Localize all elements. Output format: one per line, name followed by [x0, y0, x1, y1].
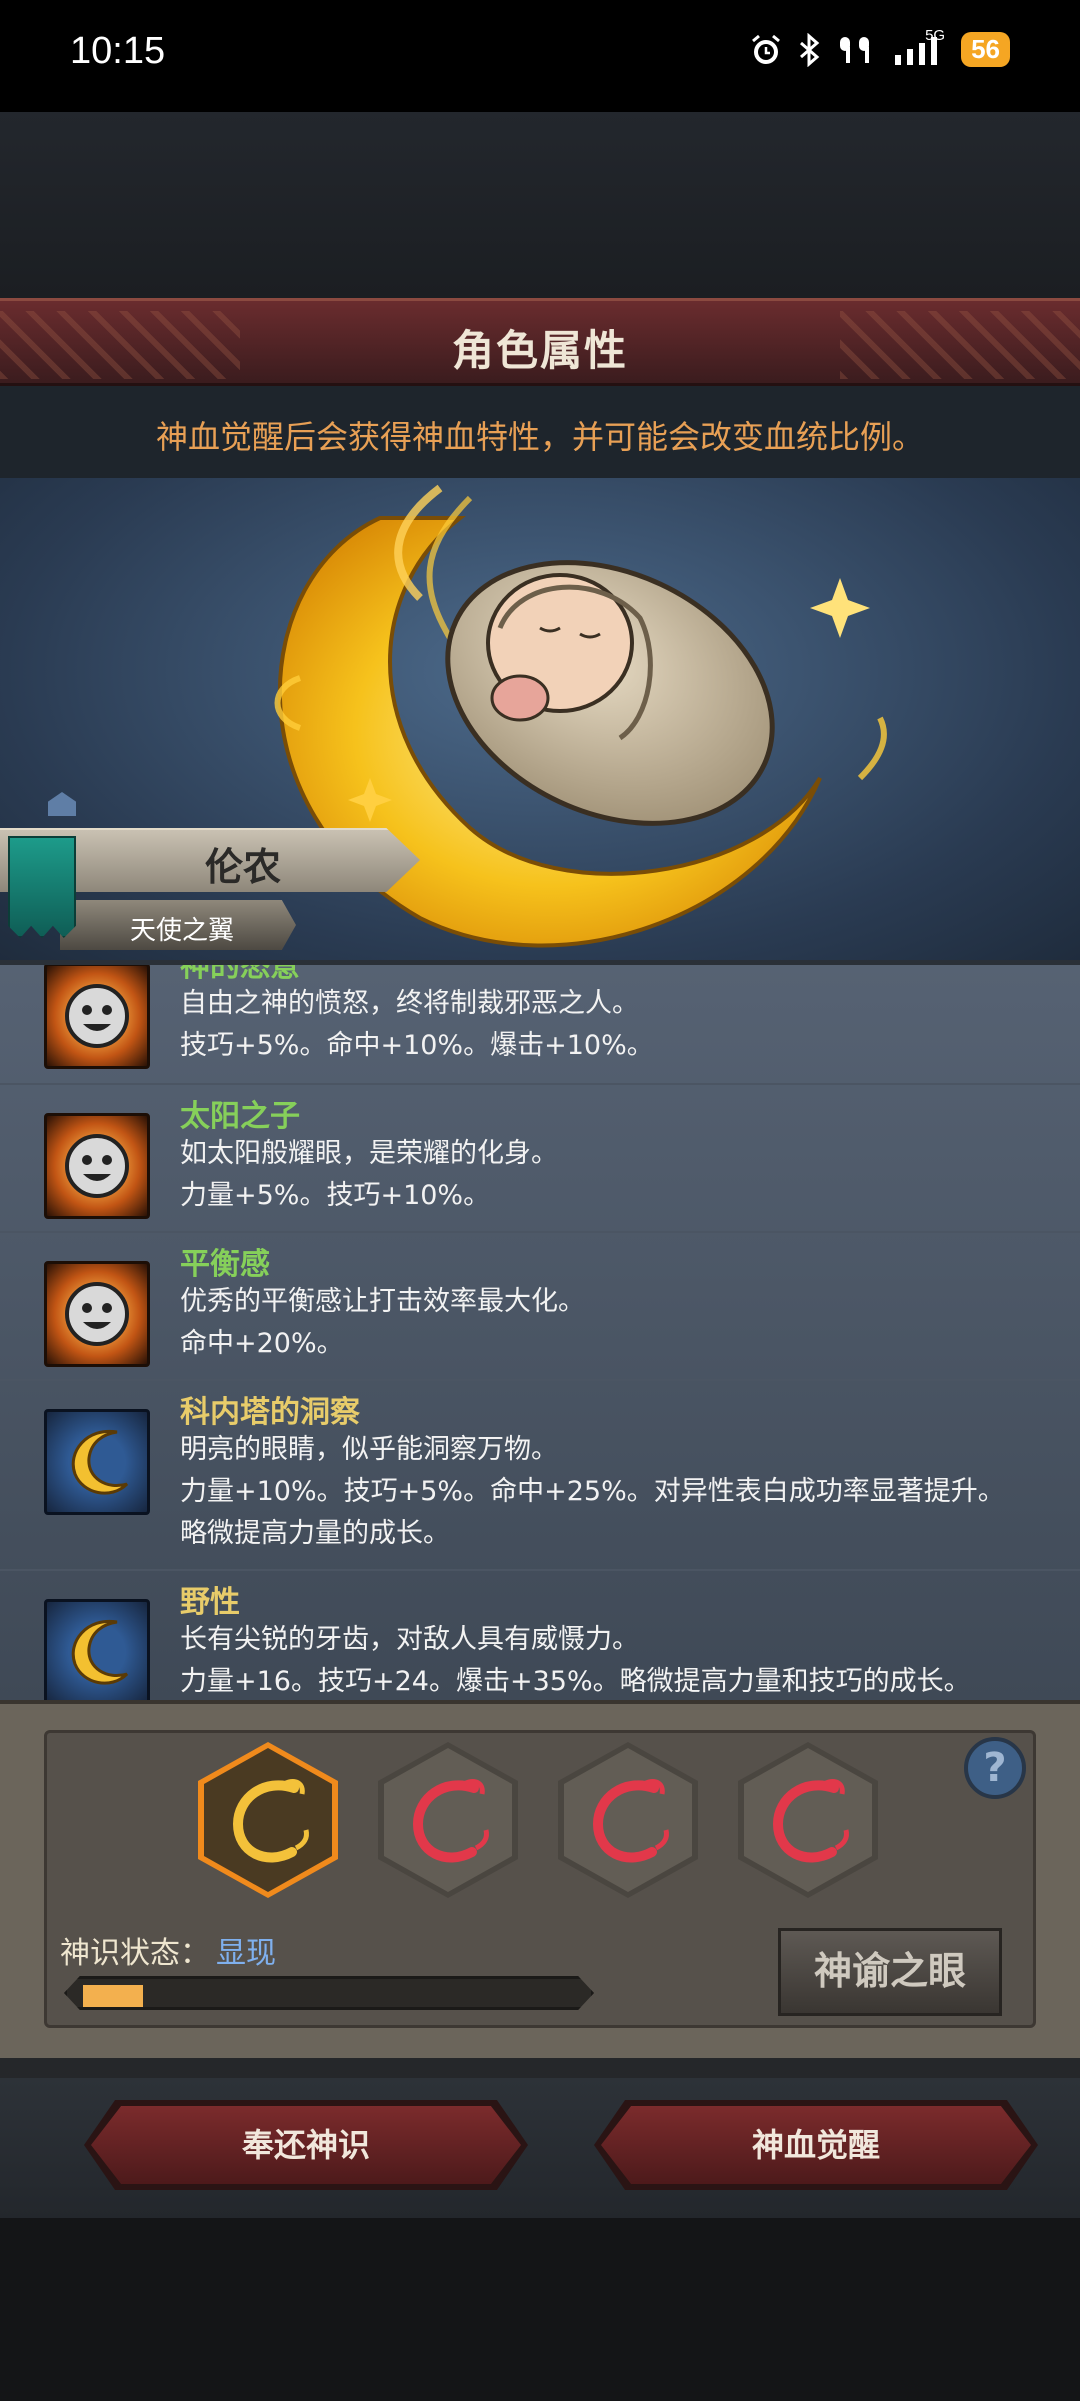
status-icons: 5G 56 — [749, 27, 1010, 67]
divine-slot-frame — [204, 1748, 332, 1892]
smiley-sun-icon — [44, 1261, 150, 1367]
trait-description-line: 长有尖锐的牙齿，对敌人具有威慑力。 — [180, 1624, 639, 1655]
page-subtitle: 神血觉醒后会获得神血特性，并可能会改变血统比例。 — [155, 418, 924, 456]
character-name: 伦农 — [205, 845, 282, 889]
crescent-moon-icon — [44, 1409, 150, 1515]
trait-row: 野性长有尖锐的牙齿，对敌人具有威慑力。力量+16。技巧+24。爆击+35%。略微… — [0, 1571, 1080, 1700]
help-button[interactable]: ? — [964, 1737, 1026, 1799]
signal-icon — [895, 36, 938, 65]
crescent-moon-icon — [44, 1599, 150, 1700]
trait-name: 平衡感 — [180, 1247, 270, 1282]
trait-row: 平衡感优秀的平衡感让打击效率最大化。 命中+20%。 — [0, 1233, 1080, 1381]
divine-slot-frame — [744, 1748, 872, 1892]
alarm-icon — [752, 34, 781, 64]
red-crescent-icon — [412, 1779, 489, 1863]
battery-indicator: 56 — [961, 32, 1010, 67]
divine-progress-fill — [83, 1985, 143, 2007]
oracle-eye-button[interactable]: 神谕之眼 — [778, 1928, 1002, 2016]
smiley-sun-icon — [44, 965, 150, 1069]
trait-description-line: 略微提高力量的成长。 — [180, 1518, 450, 1549]
divine-slot-frame — [564, 1748, 692, 1892]
trait-row: 神的怒意 自由之神的愤怒，终将制裁邪恶之人。 技巧+5%。命中+10%。爆击+10%… — [0, 965, 1080, 1085]
signal-indicator: 5G — [891, 27, 947, 67]
status-bar: 10:15 5G 56 — [0, 0, 1080, 112]
smiley-sun-icon — [44, 1113, 150, 1219]
return-divinity-button[interactable]: 奉还神识 — [91, 2106, 521, 2184]
trait-description-line: 技巧+5%。命中+10%。爆击+10%。 — [180, 1030, 654, 1061]
page-title: 角色属性 — [451, 326, 628, 375]
top-backdrop — [0, 112, 1080, 298]
subtitle-bar: 神血觉醒后会获得神血特性，并可能会改变血统比例。 — [0, 386, 1080, 478]
trait-description-line: 命中+20%。 — [180, 1328, 344, 1359]
trait-description-line: 力量+5%。技巧+10%。 — [180, 1180, 491, 1211]
trait-row: 太阳之子如太阳般耀眼，是荣耀的化身。 力量+5%。技巧+10%。 — [0, 1085, 1080, 1233]
earbuds-icon — [840, 36, 870, 63]
bluetooth-icon — [800, 32, 820, 67]
divine-slot-frame — [384, 1748, 512, 1892]
trait-name: 野性 — [180, 1585, 240, 1620]
golden-crescent-icon — [232, 1779, 309, 1863]
traits-list[interactable]: 神的怒意 自由之神的愤怒，终将制裁邪恶之人。 技巧+5%。命中+10%。爆击+10%… — [0, 960, 1080, 1700]
trait-description-line: 优秀的平衡感让打击效率最大化。 — [180, 1286, 585, 1317]
trait-name: 太阳之子 — [180, 1099, 300, 1134]
faction-banner-icon — [8, 836, 76, 938]
trait-description-line: 自由之神的愤怒，终将制裁邪恶之人。 — [180, 988, 639, 1019]
trait-description-line: 如太阳般耀眼，是荣耀的化身。 — [180, 1138, 558, 1169]
trait-description-line: 力量+10%。技巧+5%。命中+25%。对异性表白成功率显著提升。 — [180, 1476, 1005, 1507]
game-screen: 10:15 5G 56 角色属性 神血觉醒后会获得神血特性，并可能会改变血统比例… — [0, 0, 1080, 2401]
trait-name: 科内塔的洞察 — [180, 1395, 360, 1430]
trait-description-line: 明亮的眼睛，似乎能洞察万物。 — [180, 1434, 558, 1465]
divine-state-label: 神识状态： — [60, 1936, 210, 1971]
trait-row: 科内塔的洞察明亮的眼睛，似乎能洞察万物。力量+10%。技巧+5%。命中+25%。… — [0, 1381, 1080, 1571]
bottom-divider — [0, 2058, 1080, 2078]
bottom-blank — [0, 2218, 1080, 2401]
red-crescent-icon — [592, 1779, 669, 1863]
status-time: 10:15 — [70, 30, 166, 72]
divine-progress-bar — [64, 1976, 594, 2010]
character-title: 天使之翼 — [130, 916, 235, 946]
divine-state-value: 显现 — [216, 1936, 276, 1971]
trait-description-line: 力量+16。技巧+24。爆击+35%。略微提高力量和技巧的成长。 — [180, 1666, 971, 1697]
title-bar: 角色属性 — [0, 298, 1080, 386]
red-crescent-icon — [772, 1779, 849, 1863]
divine-blood-awaken-button[interactable]: 神血觉醒 — [601, 2106, 1031, 2184]
